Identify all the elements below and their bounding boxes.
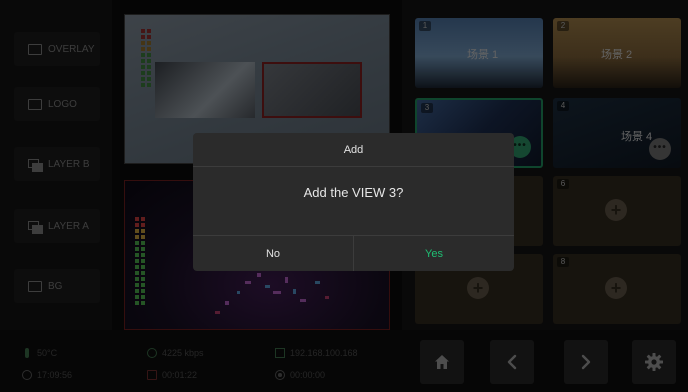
add-view-dialog: Add Add the VIEW 3? No Yes	[193, 133, 514, 271]
dialog-title: Add	[193, 133, 514, 167]
yes-button[interactable]: Yes	[354, 236, 514, 271]
dialog-message: Add the VIEW 3?	[303, 185, 404, 200]
dialog-actions: No Yes	[193, 235, 514, 271]
no-button[interactable]: No	[193, 236, 354, 271]
